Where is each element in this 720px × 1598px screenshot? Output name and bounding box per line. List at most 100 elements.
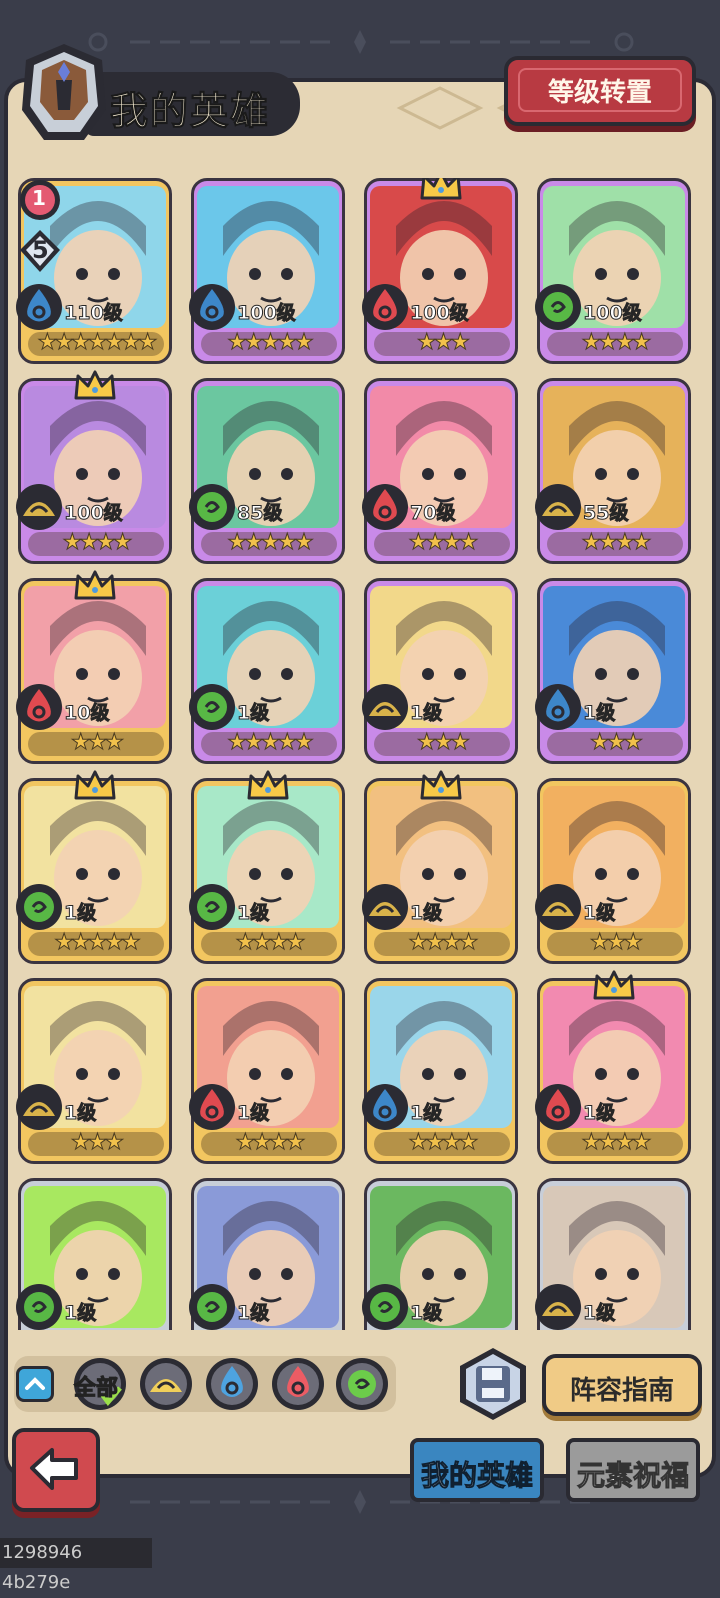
wind-icon: [16, 1284, 62, 1330]
hero-level: 110级: [64, 302, 124, 325]
hero-stars: ★★★★★★★: [37, 330, 158, 356]
build-id-label: 1298946 4b279e: [0, 1538, 152, 1593]
hero-stars: ★★★★: [408, 930, 479, 956]
filter-fire-button[interactable]: [270, 1356, 326, 1412]
hero-stars: ★★★★: [408, 1130, 479, 1156]
hero-card[interactable]: ★★★★★ 1级: [187, 578, 347, 764]
hero-card[interactable]: ★★★1级: [533, 578, 693, 764]
hero-level: 1级: [63, 902, 97, 925]
hero-stars: ★★★: [70, 1130, 124, 1156]
hero-card[interactable]: ★★★1级: [360, 1178, 520, 1330]
hero-card[interactable]: ★★★★ 1级: [187, 978, 347, 1164]
hero-card[interactable]: ★★★★★ 100级: [187, 178, 347, 364]
hero-card[interactable]: ★★★ 1级: [533, 778, 693, 964]
hero-level: 1级: [236, 902, 270, 925]
hero-card[interactable]: ★★★★ 1级: [360, 978, 520, 1164]
lineup-guide-button[interactable]: 阵容指南: [542, 1354, 702, 1416]
hero-level: 1级: [409, 702, 443, 725]
fire-icon: [16, 684, 62, 730]
filter-all-label: 全部: [73, 1376, 119, 1402]
hero-stars: ★★★★: [62, 530, 133, 556]
water-icon: [189, 284, 235, 330]
hero-level: 100级: [583, 302, 643, 325]
hero-level: 70级: [409, 502, 456, 525]
hero-card[interactable]: ★★★★ 1级: [360, 770, 520, 964]
filter-wind-button[interactable]: [334, 1356, 390, 1412]
hero-level: 1级: [409, 902, 443, 925]
page-header: 我的英雄: [14, 40, 304, 140]
earth-icon: [535, 484, 581, 530]
water-icon: [16, 284, 62, 330]
wind-icon: [189, 1284, 235, 1330]
save-lineup-button[interactable]: [456, 1346, 530, 1422]
water-icon: [362, 1084, 408, 1130]
hero-card[interactable]: ★★★★ 70级: [360, 378, 520, 564]
hero-rank-badge-1: 1: [32, 186, 46, 210]
collapse-button[interactable]: [16, 1366, 54, 1402]
hero-level: 1级: [63, 1102, 97, 1125]
hero-stars: ★★★★★: [227, 330, 315, 356]
wind-icon: [348, 1370, 376, 1398]
hero-card[interactable]: ★★★★★ 85级: [187, 378, 347, 564]
tab-element-blessing[interactable]: 元素祝福: [566, 1438, 700, 1502]
hero-rank-badge-2: 5: [32, 236, 49, 264]
hero-card[interactable]: ★★★★ 100级: [533, 178, 693, 364]
hero-level: 1级: [582, 1102, 616, 1125]
earth-icon: [16, 484, 62, 530]
earth-icon: [362, 684, 408, 730]
water-icon: [535, 684, 581, 730]
hero-stars: ★★★★: [235, 930, 306, 956]
fire-icon: [362, 484, 408, 530]
back-arrow-icon: [30, 1448, 78, 1490]
crown-icon: [593, 970, 635, 1000]
hero-card[interactable]: ★★★★ 1级: [533, 970, 693, 1164]
hero-level: 55级: [582, 502, 629, 525]
hero-card[interactable]: ★★★★★ 1级: [14, 770, 174, 964]
hero-card[interactable]: ★★★★ 100级: [14, 370, 174, 564]
hero-level: 85级: [236, 502, 283, 525]
back-button[interactable]: [12, 1428, 100, 1512]
wind-icon: [189, 484, 235, 530]
fire-icon: [362, 284, 408, 330]
hero-card[interactable]: ★★★1级: [360, 578, 520, 764]
rank-transfer-label: 等级转置: [547, 78, 652, 108]
hero-card[interactable]: ★★★ 10级: [14, 570, 174, 764]
filter-water-button[interactable]: [204, 1356, 260, 1412]
hero-stars: ★★★★: [408, 530, 479, 556]
hero-stars: ★★★: [416, 330, 470, 356]
hero-card[interactable]: ★★★ 100级: [360, 178, 520, 364]
crown-icon: [74, 770, 116, 800]
hero-card[interactable]: ★★★1级: [533, 1178, 693, 1330]
hero-level: 1级: [582, 702, 616, 725]
hero-stars: ★★★: [589, 930, 643, 956]
lineup-guide-label: 阵容指南: [569, 1376, 674, 1406]
hero-level: 1级: [582, 902, 616, 925]
tab-my-heroes[interactable]: 我的英雄: [410, 1438, 544, 1502]
hero-level: 1级: [409, 1302, 443, 1325]
filter-earth-button[interactable]: [138, 1356, 194, 1412]
wind-icon: [189, 884, 235, 930]
crown-icon: [74, 370, 116, 400]
wind-icon: [535, 284, 581, 330]
floppy-disk-icon: [476, 1366, 510, 1402]
hero-card[interactable]: ★★★1级: [14, 1178, 174, 1330]
wind-icon: [362, 1284, 408, 1330]
hero-stars: ★★★★: [581, 530, 652, 556]
chevron-up-icon: [25, 1377, 45, 1390]
hero-card[interactable]: ★★★★ 55级: [533, 378, 693, 564]
hero-level: 1级: [236, 1302, 270, 1325]
hero-card[interactable]: ★★★1级: [187, 1178, 347, 1330]
fire-icon: [189, 1084, 235, 1130]
wind-icon: [16, 884, 62, 930]
fire-icon: [535, 1084, 581, 1130]
tab-my-heroes-label: 我的英雄: [420, 1459, 533, 1493]
hero-level: 1级: [236, 1102, 270, 1125]
crown-icon: [420, 178, 462, 200]
hero-stars: ★★★★★: [227, 530, 315, 556]
earth-icon: [535, 884, 581, 930]
rank-transfer-button[interactable]: 等级转置: [504, 56, 696, 126]
hero-grid: ★★★★★★★ 110级 ★★★★★ 100级 ★★★ 100级 ★★★★ 100级 ★★★★ 1…: [14, 178, 706, 1330]
hero-card[interactable]: ★★★ 1级: [14, 978, 174, 1164]
hero-stars: ★★★★: [235, 1130, 306, 1156]
hero-card[interactable]: ★★★★ 1级: [187, 770, 347, 964]
